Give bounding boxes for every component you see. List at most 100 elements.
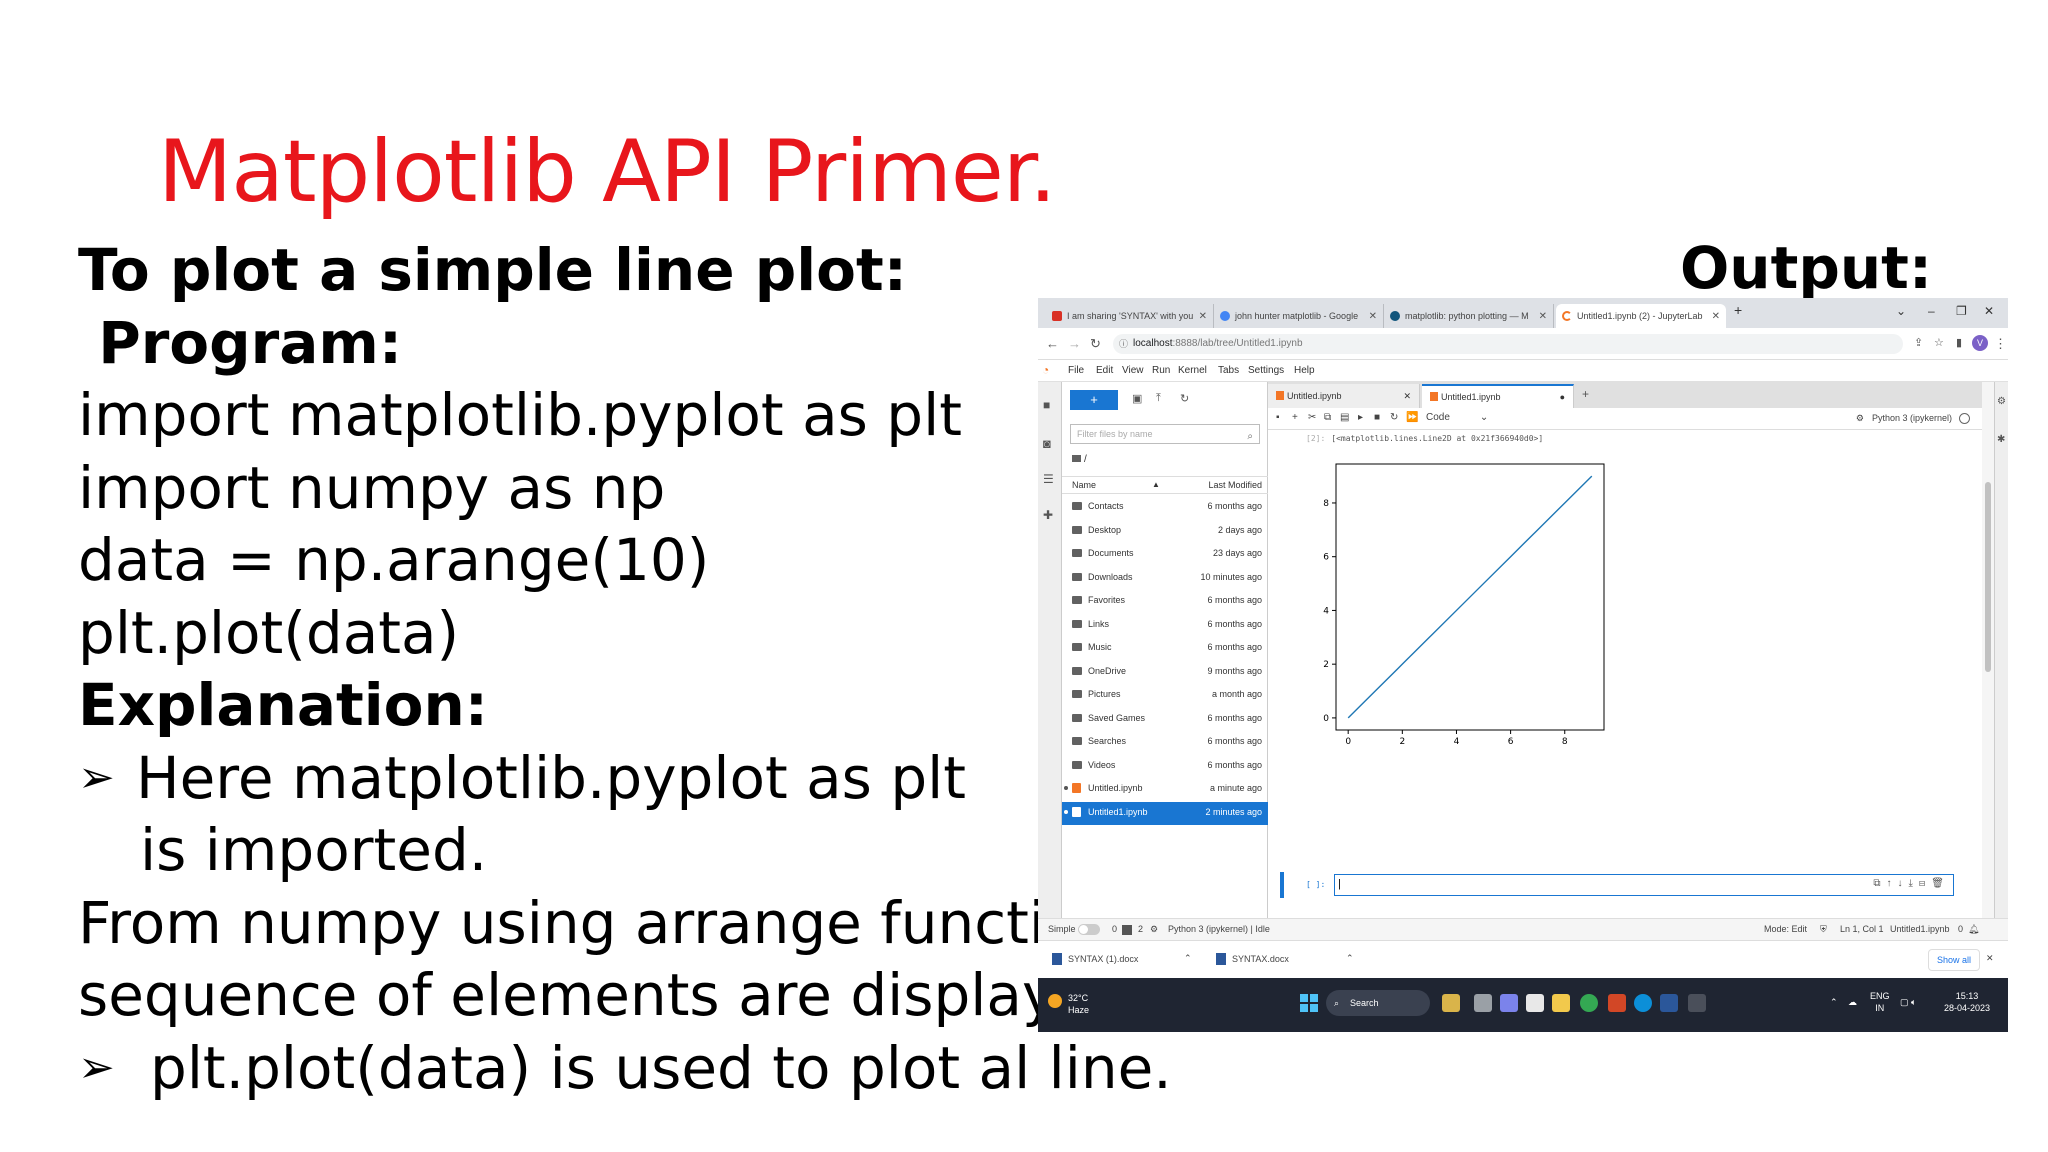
stop-icon[interactable]: ■ bbox=[1374, 412, 1380, 423]
reload-icon[interactable]: ↻ bbox=[1090, 336, 1101, 352]
menu-file[interactable]: File bbox=[1068, 365, 1084, 376]
close-icon[interactable]: ✕ bbox=[1199, 311, 1207, 322]
show-all-button[interactable]: Show all bbox=[1928, 949, 1981, 971]
edge-icon[interactable] bbox=[1634, 994, 1652, 1012]
more-icon[interactable]: ⋮ bbox=[1994, 336, 2007, 352]
file-explorer-icon[interactable] bbox=[1552, 994, 1570, 1012]
toc-icon[interactable]: ☰ bbox=[1043, 472, 1054, 486]
browser-tab-google[interactable]: john hunter matplotlib - Google ✕ bbox=[1214, 304, 1384, 328]
close-icon[interactable]: ✕ bbox=[1539, 311, 1547, 322]
add-tab-icon[interactable]: + bbox=[1582, 387, 1589, 401]
taskbar-search[interactable]: ⌕ Search bbox=[1326, 990, 1430, 1016]
doc-tab-untitled[interactable]: Untitled.ipynb ✕ bbox=[1268, 384, 1420, 408]
store-icon[interactable] bbox=[1526, 994, 1544, 1012]
chevron-down-icon[interactable]: ⌄ bbox=[1896, 304, 1906, 318]
cell-toolbar[interactable]: ⧉↑↓⤓⊟🗑 bbox=[1873, 878, 1950, 889]
refresh-icon[interactable]: ↻ bbox=[1180, 392, 1189, 405]
breadcrumb[interactable]: / bbox=[1072, 454, 1087, 465]
browser-tab-jupyterlab[interactable]: Untitled1.ipynb (2) - JupyterLab ✕ bbox=[1556, 304, 1726, 328]
file-row[interactable]: Searches 6 months ago bbox=[1062, 731, 1268, 755]
cursor-position[interactable]: Ln 1, Col 1 bbox=[1840, 924, 1884, 934]
file-row[interactable]: Untitled1.ipynb 2 minutes ago bbox=[1062, 801, 1268, 825]
simple-mode-toggle[interactable] bbox=[1078, 924, 1100, 935]
cloud-icon[interactable]: ☁ bbox=[1848, 996, 1857, 1008]
file-row[interactable]: Music 6 months ago bbox=[1062, 637, 1268, 661]
upload-icon[interactable]: ⤒ bbox=[1156, 392, 1161, 405]
chevron-up-icon[interactable]: ⌃ bbox=[1830, 996, 1838, 1008]
insert-cell-icon[interactable]: + bbox=[1292, 412, 1298, 423]
unsaved-dot-icon[interactable]: ● bbox=[1560, 386, 1565, 408]
new-folder-icon[interactable]: ▣ bbox=[1132, 392, 1142, 405]
close-window-icon[interactable]: ✕ bbox=[1984, 304, 1994, 318]
powerpoint-icon[interactable] bbox=[1608, 994, 1626, 1012]
clock[interactable]: 15:13 28-04-2023 bbox=[1944, 990, 1990, 1014]
network-sound-icon[interactable]: ▢ 🔈︎ bbox=[1900, 996, 1916, 1008]
debugger-icon[interactable]: ✱ bbox=[1997, 434, 2005, 445]
url-field[interactable]: ⓘ localhost:8888/lab/tree/Untitled1.ipyn… bbox=[1113, 334, 1903, 354]
bell-icon[interactable]: 🔔︎ bbox=[1968, 924, 1979, 935]
sidebar-icon[interactable]: ▮ bbox=[1956, 336, 1962, 349]
menu-tabs[interactable]: Tabs bbox=[1218, 365, 1239, 376]
download-item-2[interactable]: SYNTAX.docx bbox=[1216, 953, 1289, 965]
file-row[interactable]: Videos 6 months ago bbox=[1062, 755, 1268, 779]
kernel-status[interactable]: Python 3 (ipykernel) | Idle bbox=[1168, 924, 1270, 934]
file-row[interactable]: Favorites 6 months ago bbox=[1062, 590, 1268, 614]
restart-icon[interactable]: ↻ bbox=[1390, 412, 1398, 423]
restore-icon[interactable]: ❐ bbox=[1956, 304, 1967, 318]
extension-icon[interactable]: ✚ bbox=[1043, 508, 1053, 522]
paste-icon[interactable]: ▤ bbox=[1340, 412, 1349, 423]
profile-avatar[interactable]: V bbox=[1972, 335, 1988, 351]
minimize-icon[interactable]: – bbox=[1928, 304, 1935, 318]
star-icon[interactable]: ☆ bbox=[1934, 336, 1944, 349]
share-icon[interactable]: ⇪ bbox=[1914, 336, 1923, 349]
column-last-modified[interactable]: Last Modified bbox=[1208, 480, 1262, 490]
cell-type-select[interactable]: Code ⌄ bbox=[1426, 412, 1488, 423]
kernel-name[interactable]: ⚙ Python 3 (ipykernel) bbox=[1856, 413, 1952, 424]
file-row[interactable]: Links 6 months ago bbox=[1062, 614, 1268, 638]
widgets-icon[interactable] bbox=[1442, 994, 1460, 1012]
filter-files-input[interactable]: Filter files by name ⌕ bbox=[1070, 424, 1260, 444]
task-view-icon[interactable] bbox=[1474, 994, 1492, 1012]
file-row[interactable]: Contacts 6 months ago bbox=[1062, 496, 1268, 520]
new-tab-button[interactable]: + bbox=[1734, 302, 1742, 318]
run-icon[interactable]: ▸ bbox=[1358, 412, 1363, 423]
menu-kernel[interactable]: Kernel bbox=[1178, 365, 1207, 376]
close-icon[interactable]: ✕ bbox=[1369, 311, 1377, 322]
close-icon[interactable]: ✕ bbox=[1712, 311, 1720, 322]
file-row[interactable]: Documents 23 days ago bbox=[1062, 543, 1268, 567]
scrollbar-thumb[interactable] bbox=[1985, 482, 1991, 672]
menu-settings[interactable]: Settings bbox=[1248, 365, 1284, 376]
file-row[interactable]: Saved Games 6 months ago bbox=[1062, 708, 1268, 732]
word-icon[interactable] bbox=[1660, 994, 1678, 1012]
language-indicator[interactable]: ENG IN bbox=[1870, 990, 1890, 1014]
notebook-scrollbar[interactable] bbox=[1982, 382, 1994, 918]
doc-tab-untitled1[interactable]: Untitled1.ipynb ● bbox=[1422, 384, 1574, 408]
column-name[interactable]: Name bbox=[1072, 480, 1096, 490]
back-icon[interactable]: ← bbox=[1046, 336, 1059, 351]
file-row[interactable]: OneDrive 9 months ago bbox=[1062, 661, 1268, 685]
code-editor[interactable]: | bbox=[1334, 874, 1954, 896]
download-item-1[interactable]: SYNTAX (1).docx bbox=[1052, 953, 1138, 965]
copy-icon[interactable]: ⧉ bbox=[1324, 412, 1331, 423]
file-row[interactable]: Pictures a month ago bbox=[1062, 684, 1268, 708]
start-button[interactable] bbox=[1300, 994, 1318, 1012]
chrome-icon[interactable] bbox=[1580, 994, 1598, 1012]
menu-view[interactable]: View bbox=[1122, 365, 1144, 376]
menu-run[interactable]: Run bbox=[1152, 365, 1170, 376]
cut-icon[interactable]: ✂ bbox=[1308, 412, 1316, 423]
close-icon[interactable]: ✕ bbox=[1986, 953, 1994, 964]
property-inspector-icon[interactable]: ⚙ bbox=[1997, 396, 2006, 407]
close-icon[interactable]: ✕ bbox=[1403, 384, 1411, 408]
new-launcher-button[interactable]: + bbox=[1070, 390, 1118, 410]
menu-help[interactable]: Help bbox=[1294, 365, 1315, 376]
file-row[interactable]: Downloads 10 minutes ago bbox=[1062, 567, 1268, 591]
folder-icon[interactable]: ■ bbox=[1043, 398, 1050, 412]
file-row[interactable]: Desktop 2 days ago bbox=[1062, 520, 1268, 544]
fast-forward-icon[interactable]: ⏩ bbox=[1406, 412, 1418, 423]
file-row[interactable]: Untitled.ipynb a minute ago bbox=[1062, 778, 1268, 802]
running-icon[interactable]: ◙ bbox=[1043, 436, 1051, 451]
browser-tab-gmail[interactable]: I am sharing 'SYNTAX' with you ✕ bbox=[1046, 304, 1214, 328]
browser-tab-matplotlib[interactable]: matplotlib: python plotting — M ✕ bbox=[1384, 304, 1554, 328]
menu-edit[interactable]: Edit bbox=[1096, 365, 1113, 376]
teams-icon[interactable] bbox=[1500, 994, 1518, 1012]
